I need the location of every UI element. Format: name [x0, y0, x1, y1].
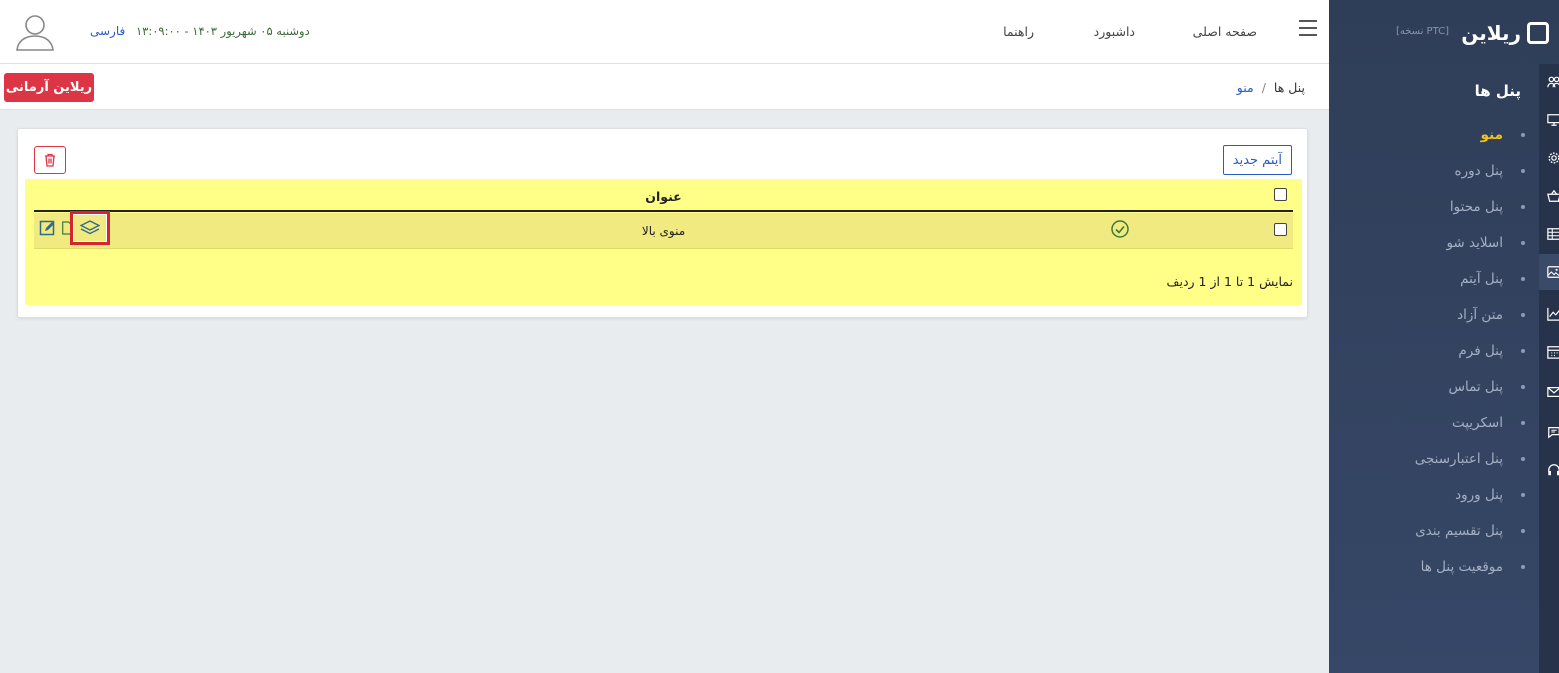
trash-icon [45, 153, 55, 167]
top-bar: صفحه اصلی داشبورد راهنما دوشنبه ۰۵ شهریو… [0, 0, 1329, 64]
check-circle-icon [1110, 219, 1130, 239]
table-row[interactable]: منوی بالا [34, 211, 1293, 249]
version-label: [نسخه PTC] [1395, 26, 1449, 37]
panel-card: آیتم جدید عنوان منوی بالا نمایش 1 تا 1 ا [17, 128, 1308, 318]
language-selector[interactable]: فارسی [90, 24, 125, 38]
edit-icon[interactable] [38, 218, 58, 238]
bullet-icon [1521, 457, 1525, 461]
bullet-icon [1521, 133, 1525, 137]
bullet-icon [1521, 277, 1525, 281]
bullet-icon [1521, 421, 1525, 425]
sidebar-item-contact-panel[interactable]: پنل تماس [1350, 369, 1525, 405]
sidebar-item-course-panel[interactable]: پنل دوره [1350, 153, 1525, 189]
image-icon[interactable] [1539, 254, 1559, 290]
bullet-icon [1521, 241, 1525, 245]
bullet-icon [1521, 169, 1525, 173]
sidebar-item-label: پنل دوره [1454, 163, 1503, 179]
breadcrumb-separator: / [1261, 80, 1266, 95]
sidebar-item-label: منو [1480, 127, 1503, 143]
sidebar-item-label: پنل محتوا [1449, 199, 1503, 215]
sidebar-item-label: موقعیت پنل ها [1420, 559, 1503, 575]
sidebar-item-label: اسکریپت [1451, 415, 1503, 431]
bullet-icon [1521, 349, 1525, 353]
sidebar-menu: منو پنل دوره پنل محتوا اسلاید شو پنل آیت… [1350, 117, 1525, 585]
sidebar-item-login-panel[interactable]: پنل ورود [1350, 477, 1525, 513]
headset-icon[interactable] [1539, 452, 1559, 488]
chat-icon[interactable] [1539, 414, 1559, 450]
sidebar-item-panel-positions[interactable]: موقعیت پنل ها [1350, 549, 1525, 585]
sidebar-item-item-panel[interactable]: پنل آیتم [1350, 261, 1525, 297]
users-icon[interactable] [1539, 64, 1559, 100]
bullet-icon [1521, 205, 1525, 209]
sidebar-item-label: اسلاید شو [1446, 235, 1503, 251]
sidebar-item-menu[interactable]: منو [1350, 117, 1525, 153]
sidebar-item-form-panel[interactable]: پنل فرم [1350, 333, 1525, 369]
nav-home[interactable]: صفحه اصلی [1193, 24, 1257, 39]
data-grid: عنوان منوی بالا نمایش 1 تا 1 از 1 ردیف [25, 179, 1302, 305]
pagination-summary: نمایش 1 تا 1 از 1 ردیف [1166, 274, 1293, 289]
logo-text: ریلاین [1461, 21, 1522, 45]
bullet-icon [1521, 565, 1525, 569]
sidebar-section-title: پنل ها [1474, 82, 1521, 100]
bullet-icon [1521, 385, 1525, 389]
sidebar-item-label: پنل تماس [1448, 379, 1503, 395]
sidebar-item-label: پنل تقسیم بندی [1415, 523, 1503, 539]
row-title: منوی بالا [641, 224, 686, 238]
breadcrumb: پنل ها / منو [1237, 80, 1305, 95]
sidebar-item-label: متن آزاد [1457, 307, 1503, 323]
sidebar: ریلاین [نسخه PTC] پنل ها منو پنل دوره پن… [1329, 0, 1559, 673]
nav-dashboard[interactable]: داشبورد [1094, 24, 1135, 39]
mail-icon[interactable] [1539, 374, 1559, 410]
bullet-icon [1521, 493, 1525, 497]
logo-mark-icon [1527, 22, 1549, 44]
sidebar-item-label: پنل اعتبارسنجی [1414, 451, 1503, 467]
basket-icon[interactable] [1539, 178, 1559, 214]
gear-icon[interactable] [1539, 140, 1559, 176]
sidebar-item-slideshow[interactable]: اسلاید شو [1350, 225, 1525, 261]
sidebar-item-content-panel[interactable]: پنل محتوا [1350, 189, 1525, 225]
column-header-title: عنوان [645, 189, 682, 204]
bullet-icon [1521, 529, 1525, 533]
table-icon[interactable] [1539, 216, 1559, 252]
grid-header: عنوان [34, 179, 1293, 212]
sidebar-item-label: پنل آیتم [1460, 271, 1503, 287]
sidebar-item-label: پنل فرم [1458, 343, 1503, 359]
breadcrumb-item-menu[interactable]: منو [1237, 80, 1254, 95]
sidebar-item-validation-panel[interactable]: پنل اعتبارسنجی [1350, 441, 1525, 477]
icon-rail [1539, 64, 1559, 673]
chart-icon[interactable] [1539, 296, 1559, 332]
sidebar-item-categorization-panel[interactable]: پنل تقسیم بندی [1350, 513, 1525, 549]
row-checkbox[interactable] [1274, 223, 1287, 236]
layers-button[interactable] [70, 211, 110, 245]
monitor-icon[interactable] [1539, 102, 1559, 138]
sidebar-item-label: پنل ورود [1455, 487, 1503, 503]
breadcrumb-item-panels[interactable]: پنل ها [1274, 80, 1305, 95]
nav-help[interactable]: راهنما [1003, 24, 1034, 39]
new-item-button[interactable]: آیتم جدید [1222, 145, 1292, 175]
sidebar-item-free-text[interactable]: متن آزاد [1350, 297, 1525, 333]
calendar-icon[interactable] [1539, 334, 1559, 370]
app-logo[interactable]: ریلاین [1461, 18, 1549, 48]
select-all-checkbox[interactable] [1274, 188, 1287, 201]
hamburger-menu-icon[interactable] [1299, 20, 1317, 36]
user-avatar-icon[interactable] [14, 10, 56, 52]
current-datetime: دوشنبه ۰۵ شهریور ۱۴۰۳ - ۱۳:۰۹:۰۰ [136, 24, 310, 38]
sidebar-item-script[interactable]: اسکریپت [1350, 405, 1525, 441]
delete-button[interactable] [34, 146, 66, 174]
layers-icon [80, 220, 100, 235]
breadcrumb-bar: پنل ها / منو [0, 64, 1329, 110]
bullet-icon [1521, 313, 1525, 317]
brand-button[interactable]: ریلاین آرمانی [4, 73, 94, 102]
